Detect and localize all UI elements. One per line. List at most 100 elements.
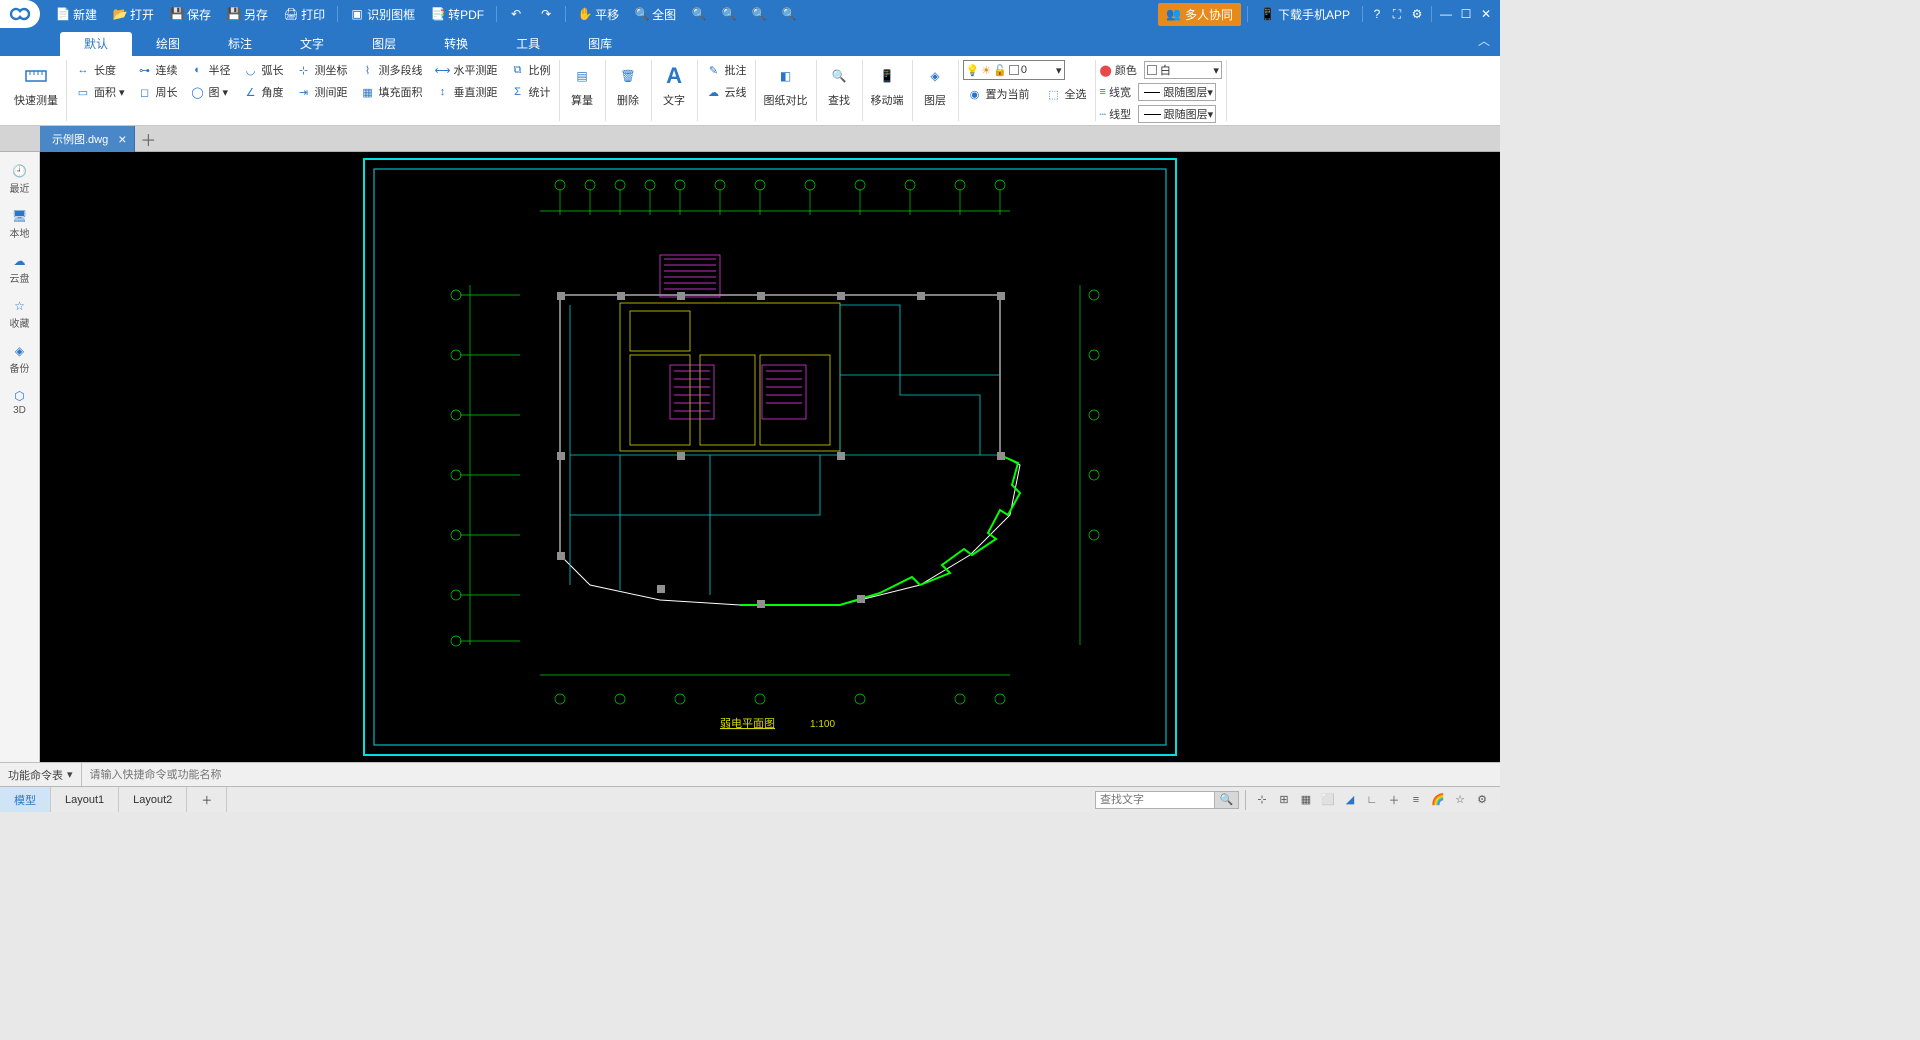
measure-vdist[interactable]: ↕垂直测距 bbox=[431, 82, 502, 102]
qa-open[interactable]: 📂打开 bbox=[107, 0, 160, 28]
measure-scale[interactable]: ⧉比例 bbox=[506, 60, 555, 80]
track-icon[interactable]: ＋ bbox=[1384, 790, 1404, 810]
ribbon-tab-library[interactable]: 图库 bbox=[564, 32, 636, 56]
color-spectrum-icon[interactable]: 🌈 bbox=[1428, 790, 1448, 810]
measure-radius[interactable]: ◐半径 bbox=[186, 60, 235, 80]
measure-area[interactable]: ▭面积▾ bbox=[71, 82, 129, 102]
select-all-button[interactable]: ⬚全选 bbox=[1042, 84, 1091, 104]
measure-coord[interactable]: ⊹测坐标 bbox=[292, 60, 352, 80]
minimize-icon[interactable]: — bbox=[1438, 6, 1454, 22]
sidebar-item-backup[interactable]: ◈备份 bbox=[0, 338, 40, 381]
qa-zoom-prev[interactable]: 🔍 bbox=[776, 0, 802, 28]
linetype-icon: ┄ bbox=[1100, 108, 1107, 121]
hdist-icon: ⟷ bbox=[435, 62, 451, 78]
measure-gap[interactable]: ⇥测间距 bbox=[292, 82, 352, 102]
osnap-icon[interactable]: ∟ bbox=[1362, 790, 1382, 810]
download-app[interactable]: 📱下载手机APP bbox=[1254, 0, 1356, 28]
qa-topdf[interactable]: 📑转PDF bbox=[425, 0, 490, 28]
ribbon-tab-annotate[interactable]: 标注 bbox=[204, 32, 276, 56]
continuous-icon: ⊶ bbox=[137, 62, 153, 78]
star-icon[interactable]: ☆ bbox=[1450, 790, 1470, 810]
sidebar-item-3d[interactable]: ⬡3D bbox=[0, 383, 40, 422]
mobile-button[interactable]: 📱移动端 bbox=[867, 60, 908, 110]
qa-zoom-in[interactable]: 🔍 bbox=[686, 0, 712, 28]
document-tab[interactable]: 示例图.dwg × bbox=[40, 126, 135, 152]
fullscreen-icon[interactable]: ⛶ bbox=[1389, 6, 1405, 22]
measure-stat[interactable]: Σ统计 bbox=[506, 82, 555, 102]
qa-print[interactable]: 🖨打印 bbox=[278, 0, 331, 28]
sidebar-item-cloud[interactable]: ☁云盘 bbox=[0, 248, 40, 291]
layout-tab-2[interactable]: Layout2 bbox=[119, 787, 187, 812]
layout-tab-model[interactable]: 模型 bbox=[0, 787, 51, 812]
qa-zoom-window[interactable]: 🔍 bbox=[716, 0, 742, 28]
lineweight-select[interactable]: 跟随图层▾ bbox=[1138, 83, 1216, 101]
ribbon-tab-layer[interactable]: 图层 bbox=[348, 32, 420, 56]
linetype-select[interactable]: 跟随图层▾ bbox=[1138, 105, 1216, 123]
grid2-icon[interactable]: ▦ bbox=[1296, 790, 1316, 810]
measure-figure[interactable]: ◯图▾ bbox=[186, 82, 235, 102]
qa-zoom-out[interactable]: 🔍 bbox=[746, 0, 772, 28]
delete-button[interactable]: 🗑删除 bbox=[610, 60, 646, 110]
calc-button[interactable]: ▤算量 bbox=[564, 60, 600, 110]
text-button[interactable]: A文字 bbox=[656, 60, 692, 110]
close-icon[interactable]: ✕ bbox=[1478, 6, 1494, 22]
measure-perimeter[interactable]: ◻周长 bbox=[133, 82, 182, 102]
measure-arc[interactable]: ◡弧长 bbox=[239, 60, 288, 80]
compare-button[interactable]: ◧图纸对比 bbox=[760, 60, 812, 110]
save-as-icon: 💾 bbox=[227, 7, 241, 21]
close-tab-icon[interactable]: × bbox=[118, 131, 126, 147]
snap-icon[interactable]: ⊹ bbox=[1252, 790, 1272, 810]
ribbon-tab-convert[interactable]: 转换 bbox=[420, 32, 492, 56]
sidebar-item-fav[interactable]: ☆收藏 bbox=[0, 293, 40, 336]
find-button[interactable]: 🔍查找 bbox=[821, 60, 857, 110]
cloud-icon: ☁ bbox=[706, 84, 722, 100]
search-button[interactable]: 🔍 bbox=[1215, 791, 1239, 809]
sidebar-item-local[interactable]: 🖥本地 bbox=[0, 203, 40, 246]
maximize-icon[interactable]: ☐ bbox=[1458, 6, 1474, 22]
grid-icon[interactable]: ⊞ bbox=[1274, 790, 1294, 810]
ribbon-tab-tools[interactable]: 工具 bbox=[492, 32, 564, 56]
cloud-button[interactable]: ☁云线 bbox=[702, 82, 751, 102]
qa-recognize[interactable]: ▣识别图框 bbox=[344, 0, 421, 28]
ribbon-tab-text[interactable]: 文字 bbox=[276, 32, 348, 56]
svg-text:弱电平面图: 弱电平面图 bbox=[720, 717, 775, 730]
drawing-canvas[interactable]: 弱电平面图 1:100 bbox=[40, 152, 1500, 762]
lineweight-toggle-icon[interactable]: ≡ bbox=[1406, 790, 1426, 810]
measure-multi[interactable]: ⌇测多段线 bbox=[356, 60, 427, 80]
collab-button[interactable]: 👥多人协同 bbox=[1158, 3, 1241, 26]
command-input[interactable] bbox=[82, 769, 1500, 781]
search-text-input[interactable] bbox=[1095, 791, 1215, 809]
annotate-button[interactable]: ✎批注 bbox=[702, 60, 751, 80]
command-label[interactable]: 功能命令表▾ bbox=[0, 763, 82, 786]
ribbon-tab-default[interactable]: 默认 bbox=[60, 32, 132, 56]
layout-tab-1[interactable]: Layout1 bbox=[51, 787, 119, 812]
measure-length[interactable]: ↔长度 bbox=[71, 60, 129, 80]
quick-measure-button[interactable]: 快速测量 bbox=[10, 60, 62, 110]
measure-continuous[interactable]: ⊶连续 bbox=[133, 60, 182, 80]
ortho-icon[interactable]: ⬜ bbox=[1318, 790, 1338, 810]
qa-redo[interactable]: ↷ bbox=[533, 0, 559, 28]
qa-save[interactable]: 💾保存 bbox=[164, 0, 217, 28]
measure-angle[interactable]: ∠角度 bbox=[239, 82, 288, 102]
polar-icon[interactable]: ◢ bbox=[1340, 790, 1360, 810]
add-layout-button[interactable]: ＋ bbox=[187, 787, 227, 812]
layer-selector[interactable]: 💡 ☀ 🔓 0 ▾ bbox=[963, 60, 1065, 80]
ribbon-tab-draw[interactable]: 绘图 bbox=[132, 32, 204, 56]
qa-full[interactable]: 🔍全图 bbox=[629, 0, 682, 28]
measure-fill[interactable]: ▦填充面积 bbox=[356, 82, 427, 102]
help-icon[interactable]: ? bbox=[1369, 6, 1385, 22]
folder-icon: 📂 bbox=[113, 7, 127, 21]
ribbon-collapse-icon[interactable]: ︿ bbox=[1478, 32, 1490, 49]
color-select[interactable]: 白▾ bbox=[1144, 61, 1222, 79]
measure-hdist[interactable]: ⟷水平测距 bbox=[431, 60, 502, 80]
layer-button[interactable]: ◈图层 bbox=[917, 60, 953, 110]
settings-icon[interactable]: ⚙ bbox=[1409, 6, 1425, 22]
qa-new[interactable]: 📄新建 bbox=[50, 0, 103, 28]
qa-undo[interactable]: ↶ bbox=[503, 0, 529, 28]
qa-saveas[interactable]: 💾另存 bbox=[221, 0, 274, 28]
set-current-button[interactable]: ◉置为当前 bbox=[963, 84, 1034, 104]
add-tab-button[interactable]: ＋ bbox=[135, 127, 161, 151]
sidebar-item-recent[interactable]: 🕘最近 bbox=[0, 158, 40, 201]
gear-icon[interactable]: ⚙ bbox=[1472, 790, 1492, 810]
qa-pan[interactable]: ✋平移 bbox=[572, 0, 625, 28]
